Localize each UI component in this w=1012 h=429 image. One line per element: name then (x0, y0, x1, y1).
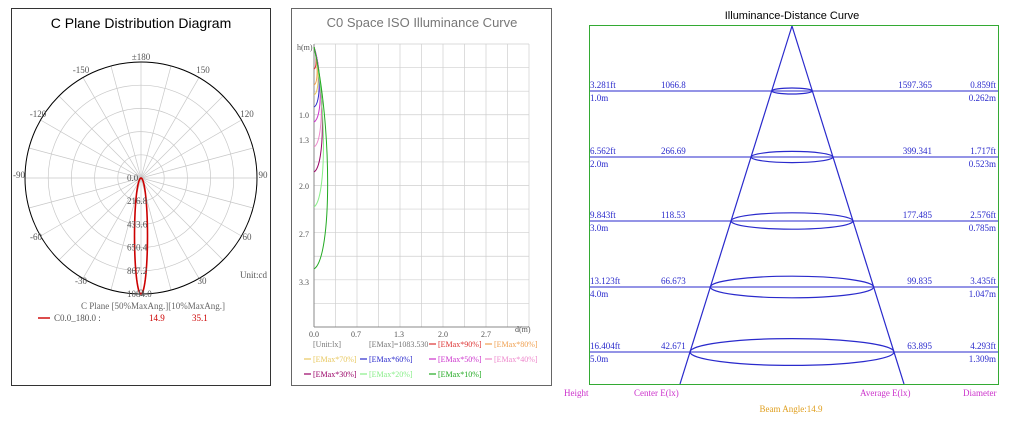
legend-half-angle: 14.9 (149, 313, 165, 323)
angle-label-180: ±180 (132, 52, 151, 62)
radial-label: 0.0 (127, 173, 139, 183)
distance-panel: Illuminance-Distance Curve 3.281ft 1.0m 10… (560, 6, 1010, 424)
iso-legend-label: [EMax*20%] (369, 370, 413, 379)
iso-legend-label: [EMax*60%] (369, 355, 413, 364)
row-center-lux: 118.53 (661, 210, 686, 220)
radial-label: 650.4 (127, 243, 148, 253)
row-height-m: 4.0m (590, 289, 608, 299)
row-center-lux: 66.673 (661, 276, 686, 286)
iso-x-tick: 0.7 (351, 330, 361, 339)
row-height-m: 3.0m (590, 223, 608, 233)
radial-label: 867.2 (127, 266, 147, 276)
iso-legend-label: [EMax*40%] (494, 355, 538, 364)
angle-label-neg30: -30 (75, 276, 87, 286)
legend-tenth-angle: 35.1 (192, 313, 208, 323)
angle-label-30: 30 (198, 276, 208, 286)
iso-y-tick: 2.7 (299, 230, 309, 239)
iso-unit: [Unit:lx] (313, 340, 341, 349)
polar-panel: C Plane Distribution Diagram ±180 -150 1… (11, 8, 271, 386)
polar-unit: Unit:cd (240, 270, 267, 280)
row-diameter-m: 1.047m (969, 289, 996, 299)
iso-legend-label: [EMax*30%] (313, 370, 357, 379)
iso-title: C0 Space ISO Illuminance Curve (327, 15, 518, 30)
iso-legend-label: [EMax*80%] (494, 340, 538, 349)
iso-panel: C0 Space ISO Illuminance Curve h(m) d(m)… (291, 8, 552, 386)
row-height-ft: 6.562ft (590, 146, 616, 156)
row-average-lux: 99.835 (907, 276, 932, 286)
iso-legend-label: [EMax*70%] (313, 355, 357, 364)
row-average-lux: 1597.365 (898, 80, 932, 90)
row-height-ft: 16.404ft (590, 341, 621, 351)
row-diameter-ft: 0.859ft (970, 80, 996, 90)
radial-label: 433.6 (127, 219, 148, 229)
row-diameter-m: 0.262m (969, 93, 996, 103)
iso-y-tick: 3.3 (299, 278, 309, 287)
row-diameter-ft: 4.293ft (970, 341, 996, 351)
row-diameter-ft: 1.717ft (970, 146, 996, 156)
row-height-m: 5.0m (590, 354, 608, 364)
iso-x-tick: 2.0 (438, 330, 448, 339)
iso-legend-label: [EMax*90%] (438, 340, 482, 349)
footer-average: Average E(lx) (860, 388, 911, 398)
row-center-lux: 42.671 (661, 341, 686, 351)
iso-x-tick: 0.0 (309, 330, 319, 339)
row-average-lux: 63.895 (907, 341, 932, 351)
angle-label-90: 90 (259, 170, 269, 180)
footer-diameter: Diameter (963, 388, 996, 398)
iso-legend-label: [EMax*10%] (438, 370, 482, 379)
iso-diagram: C0 Space ISO Illuminance Curve h(m) d(m)… (291, 8, 552, 386)
iso-x-tick: 2.7 (481, 330, 491, 339)
row-diameter-ft: 2.576ft (970, 210, 996, 220)
iso-y-axis-label: h(m) (297, 43, 313, 52)
row-height-m: 1.0m (590, 93, 608, 103)
iso-legend-label: [EMax*50%] (438, 355, 482, 364)
footer-center: Center E(lx) (634, 388, 679, 398)
row-height-m: 2.0m (590, 159, 608, 169)
footer-beam-angle: Beam Angle:14.9 (760, 404, 823, 414)
radial-label: 1084.0 (127, 289, 152, 299)
iso-y-tick: 1.0 (299, 111, 309, 120)
row-average-lux: 399.341 (903, 146, 932, 156)
row-height-ft: 9.843ft (590, 210, 616, 220)
polar-diagram: C Plane Distribution Diagram ±180 -150 1… (11, 8, 271, 386)
row-center-lux: 266.69 (661, 146, 686, 156)
row-height-ft: 13.123ft (590, 276, 621, 286)
angle-label-neg150: -150 (73, 65, 90, 75)
iso-y-tick: 1.3 (299, 136, 309, 145)
row-average-lux: 177.485 (903, 210, 933, 220)
row-diameter-ft: 3.435ft (970, 276, 996, 286)
angle-label-150: 150 (196, 65, 210, 75)
distance-frame (589, 25, 999, 385)
legend-header: C Plane [50%MaxAng.][10%MaxAng.] (81, 301, 225, 311)
angle-label-120: 120 (240, 109, 254, 119)
distance-title: Illuminance-Distance Curve (725, 10, 860, 22)
row-height-ft: 3.281ft (590, 80, 616, 90)
radial-label: 216.8 (127, 196, 148, 206)
row-center-lux: 1066.8 (661, 80, 686, 90)
row-diameter-m: 0.785m (969, 223, 996, 233)
angle-label-neg120: -120 (30, 109, 47, 119)
row-diameter-m: 0.523m (969, 159, 996, 169)
legend-row-name: C0.0_180.0 : (54, 313, 101, 323)
iso-y-tick: 2.0 (299, 182, 309, 191)
angle-label-neg90: -90 (13, 170, 25, 180)
angle-label-60: 60 (243, 232, 253, 242)
iso-x-tick: 1.3 (394, 330, 404, 339)
footer-height: Height (564, 388, 589, 398)
iso-x-axis-label: d(m) (515, 325, 531, 334)
iso-emax: [EMax]=1083.530 (369, 340, 428, 349)
angle-label-neg60: -60 (30, 232, 42, 242)
row-diameter-m: 1.309m (969, 354, 996, 364)
polar-title: C Plane Distribution Diagram (51, 15, 232, 31)
distance-diagram: Illuminance-Distance Curve 3.281ft 1.0m 10… (564, 10, 999, 414)
